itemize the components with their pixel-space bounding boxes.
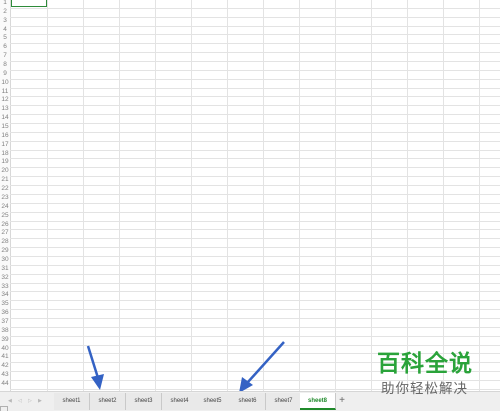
row-number[interactable]: 7 xyxy=(0,52,10,61)
column-gridline xyxy=(407,0,408,391)
row-number[interactable]: 1 xyxy=(0,0,10,8)
first-sheet-icon[interactable]: ◀ xyxy=(8,399,14,404)
row-number[interactable]: 26 xyxy=(0,221,10,230)
row-number[interactable]: 11 xyxy=(0,88,10,97)
row-number[interactable]: 36 xyxy=(0,309,10,318)
tab-sheet8[interactable]: sheet8 xyxy=(300,393,336,410)
add-sheet-button[interactable]: + xyxy=(337,393,347,410)
row-number[interactable]: 30 xyxy=(0,256,10,265)
row-number[interactable]: 42 xyxy=(0,362,10,371)
watermark-title: 百科全说 xyxy=(377,351,473,377)
row-number[interactable]: 15 xyxy=(0,123,10,132)
row-number[interactable]: 8 xyxy=(0,61,10,70)
row-number[interactable]: 18 xyxy=(0,150,10,159)
tab-sheet5[interactable]: sheet5 xyxy=(195,393,231,410)
column-gridline xyxy=(299,0,300,391)
column-gridline xyxy=(479,0,480,391)
row-number[interactable]: 34 xyxy=(0,291,10,300)
column-gridline xyxy=(371,0,372,391)
tab-sheet4[interactable]: sheet4 xyxy=(162,393,198,410)
watermark-logo: 百科全说 助你轻松解决 xyxy=(373,350,498,406)
row-number[interactable]: 20 xyxy=(0,167,10,176)
tab-sheet1[interactable]: sheet1 xyxy=(54,393,90,410)
row-number[interactable]: 29 xyxy=(0,247,10,256)
row-number[interactable]: 14 xyxy=(0,114,10,123)
row-number[interactable]: 12 xyxy=(0,96,10,105)
row-number[interactable]: 39 xyxy=(0,336,10,345)
row-number[interactable]: 22 xyxy=(0,185,10,194)
row-number[interactable]: 25 xyxy=(0,212,10,221)
row-number[interactable]: 41 xyxy=(0,353,10,362)
row-number[interactable]: 2 xyxy=(0,8,10,17)
row-number[interactable]: 17 xyxy=(0,141,10,150)
worksheet-grid[interactable]: 1 2 3 4 5 6 7 8 9 10 11 12 13 14 15 16 17 18 19 20 21 22 23 24 2… xyxy=(0,0,500,391)
row-number[interactable]: 43 xyxy=(0,371,10,380)
tab-navigation[interactable]: ◀ ◁ ▷ ▶ xyxy=(0,392,54,411)
tab-sheet3[interactable]: sheet3 xyxy=(126,393,162,410)
arrow-annotation-right xyxy=(239,341,285,393)
row-number[interactable]: 37 xyxy=(0,318,10,327)
row-number[interactable]: 24 xyxy=(0,203,10,212)
tab-sheet2[interactable]: sheet2 xyxy=(90,393,126,410)
column-gridline xyxy=(335,0,336,391)
tab-sheet6[interactable]: sheet6 xyxy=(230,393,266,410)
column-gridline xyxy=(443,0,444,391)
column-gridline xyxy=(119,0,120,391)
active-cell-a1[interactable] xyxy=(11,0,47,7)
row-number[interactable]: 21 xyxy=(0,176,10,185)
row-number[interactable]: 19 xyxy=(0,158,10,167)
tab-sheet7[interactable]: sheet7 xyxy=(266,393,302,410)
row-number[interactable]: 6 xyxy=(0,43,10,52)
row-number[interactable]: 16 xyxy=(0,132,10,141)
row-number[interactable]: 28 xyxy=(0,238,10,247)
column-gridline xyxy=(227,0,228,391)
row-number[interactable]: 23 xyxy=(0,194,10,203)
prev-sheet-icon[interactable]: ◁ xyxy=(18,399,24,404)
last-sheet-icon[interactable]: ▶ xyxy=(38,399,44,404)
arrow-annotation-left xyxy=(86,345,104,390)
column-gridline xyxy=(47,0,48,391)
next-sheet-icon[interactable]: ▷ xyxy=(28,399,34,404)
row-number[interactable]: 13 xyxy=(0,105,10,114)
row-number[interactable]: 35 xyxy=(0,300,10,309)
row-number[interactable]: 33 xyxy=(0,283,10,292)
status-corner xyxy=(0,406,8,411)
row-number[interactable]: 40 xyxy=(0,345,10,354)
column-gridline xyxy=(263,0,264,391)
row-number[interactable]: 4 xyxy=(0,26,10,35)
row-number[interactable]: 38 xyxy=(0,327,10,336)
column-gridline xyxy=(83,0,84,391)
row-number[interactable]: 9 xyxy=(0,70,10,79)
plus-icon: + xyxy=(339,395,345,406)
row-number[interactable]: 10 xyxy=(0,79,10,88)
column-gridline xyxy=(155,0,156,391)
row-number[interactable]: 32 xyxy=(0,274,10,283)
row-number[interactable]: 44 xyxy=(0,380,10,389)
row-number[interactable]: 27 xyxy=(0,229,10,238)
row-number[interactable]: 5 xyxy=(0,34,10,43)
row-number[interactable]: 3 xyxy=(0,17,10,26)
watermark-subtitle: 助你轻松解决 xyxy=(381,381,468,397)
column-gridline xyxy=(191,0,192,391)
row-number[interactable]: 31 xyxy=(0,265,10,274)
